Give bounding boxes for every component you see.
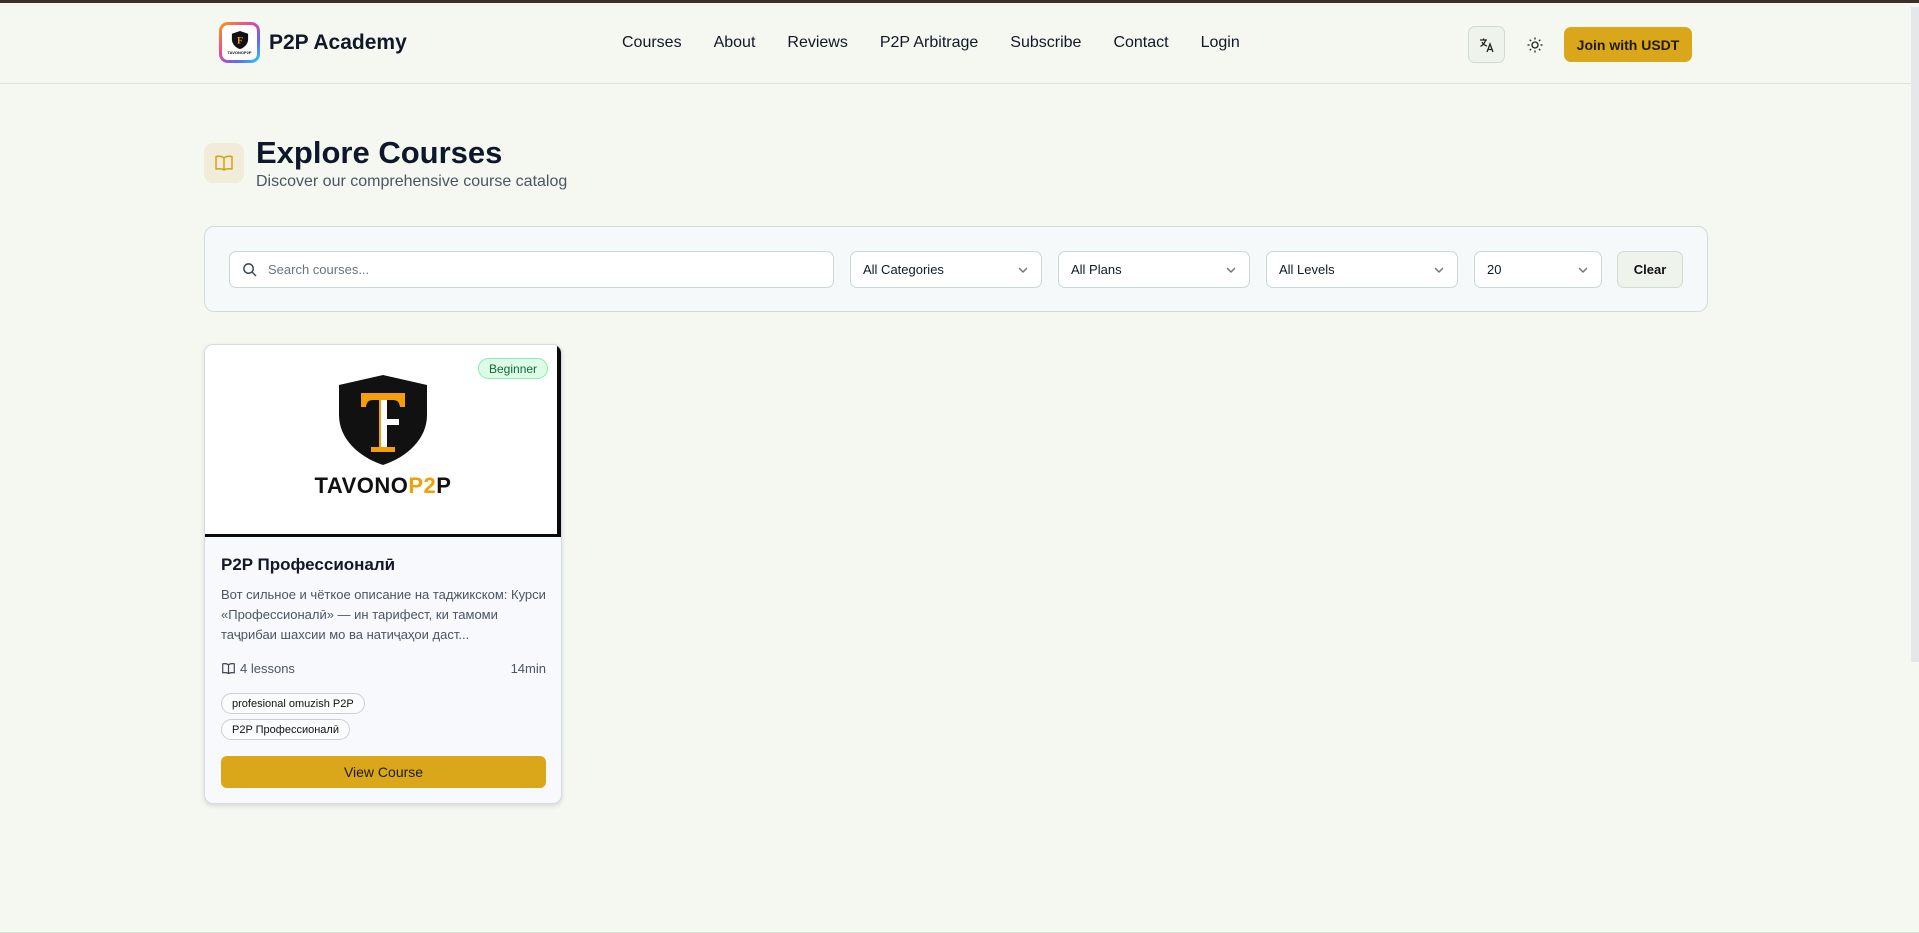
top-header: F TAVONOP2P P2P Academy Courses About Re… xyxy=(0,3,1919,84)
theme-toggle-button[interactable] xyxy=(1516,26,1553,63)
category-select-value: All Categories xyxy=(863,262,944,277)
language-button[interactable] xyxy=(1468,26,1505,63)
nav-login[interactable]: Login xyxy=(1201,34,1240,52)
main-nav: Courses About Reviews P2P Arbitrage Subs… xyxy=(622,34,1240,52)
nav-about[interactable]: About xyxy=(714,34,756,52)
filter-panel: All Categories All Plans All Levels 20 C… xyxy=(204,226,1708,312)
page-scrollbar[interactable] xyxy=(1911,7,1919,662)
join-with-usdt-button[interactable]: Join with USDT xyxy=(1564,27,1692,62)
course-duration: 14min xyxy=(510,661,546,676)
search-box[interactable] xyxy=(229,251,834,288)
course-tag: P2P Профессионалӣ xyxy=(221,719,350,740)
course-meta: 4 lessons 14min xyxy=(221,661,546,676)
level-select[interactable]: All Levels xyxy=(1266,251,1458,288)
lesson-count: 4 lessons xyxy=(240,661,295,676)
per-page-select[interactable]: 20 xyxy=(1474,251,1602,288)
plan-select-value: All Plans xyxy=(1071,262,1122,277)
level-select-value: All Levels xyxy=(1279,262,1335,277)
nav-courses[interactable]: Courses xyxy=(622,34,682,52)
view-course-button[interactable]: View Course xyxy=(221,756,546,788)
page-title: Explore Courses xyxy=(256,135,503,170)
course-thumbnail: TAVONOP2P Beginner xyxy=(205,345,561,537)
nav-p2p-arbitrage[interactable]: P2P Arbitrage xyxy=(880,34,978,52)
book-open-icon xyxy=(215,155,233,171)
search-input[interactable] xyxy=(268,262,808,277)
page-subtitle: Discover our comprehensive course catalo… xyxy=(256,173,568,190)
plan-select[interactable]: All Plans xyxy=(1058,251,1250,288)
brand-name: P2P Academy xyxy=(269,30,407,54)
course-tag: profesional omuzish P2P xyxy=(221,693,365,714)
course-brand-text: TAVONOP2P xyxy=(314,473,452,498)
sun-icon xyxy=(1527,37,1542,52)
nav-subscribe[interactable]: Subscribe xyxy=(1010,34,1081,52)
category-select[interactable]: All Categories xyxy=(850,251,1042,288)
chevron-down-icon xyxy=(1434,267,1444,273)
nav-reviews[interactable]: Reviews xyxy=(787,34,847,52)
search-icon xyxy=(243,263,257,277)
tavono-shield-logo xyxy=(339,375,427,465)
course-card[interactable]: TAVONOP2P Beginner P2P Профессионалӣ Вот… xyxy=(204,344,562,804)
logo: F TAVONOP2P xyxy=(219,22,260,63)
clear-filters-button[interactable]: Clear xyxy=(1617,251,1683,288)
chevron-down-icon xyxy=(1226,267,1236,273)
chevron-down-icon xyxy=(1018,267,1028,273)
course-title[interactable]: P2P Профессионалӣ xyxy=(221,555,395,575)
chevron-down-icon xyxy=(1578,267,1588,273)
translate-icon xyxy=(1479,38,1494,52)
svg-text:F: F xyxy=(236,36,242,47)
nav-contact[interactable]: Contact xyxy=(1113,34,1168,52)
logo-caption: TAVONOP2P xyxy=(227,50,252,55)
shield-logo-icon: F xyxy=(231,31,248,49)
course-description: Вот сильное и чёткое описание на таджикс… xyxy=(221,587,546,642)
book-open-icon xyxy=(222,663,235,675)
book-open-badge xyxy=(204,143,244,183)
per-page-select-value: 20 xyxy=(1487,262,1502,277)
brand-link[interactable]: F TAVONOP2P P2P Academy xyxy=(219,22,407,63)
level-badge: Beginner xyxy=(478,358,549,379)
